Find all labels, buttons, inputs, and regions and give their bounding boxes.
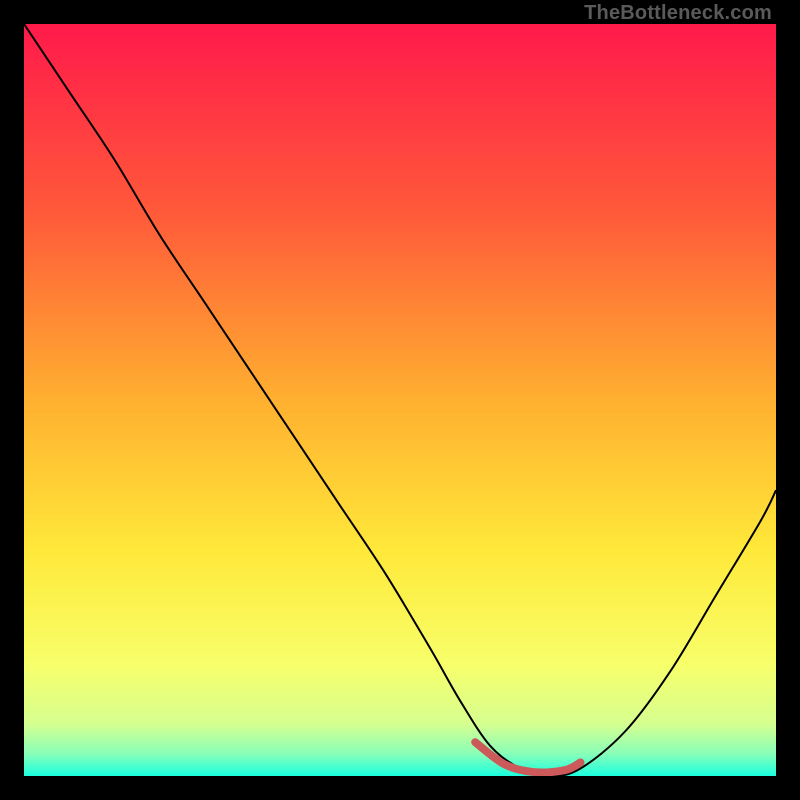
chart-svg xyxy=(24,24,776,776)
watermark-text: TheBottleneck.com xyxy=(584,2,772,25)
bottleneck-curve xyxy=(24,24,776,776)
